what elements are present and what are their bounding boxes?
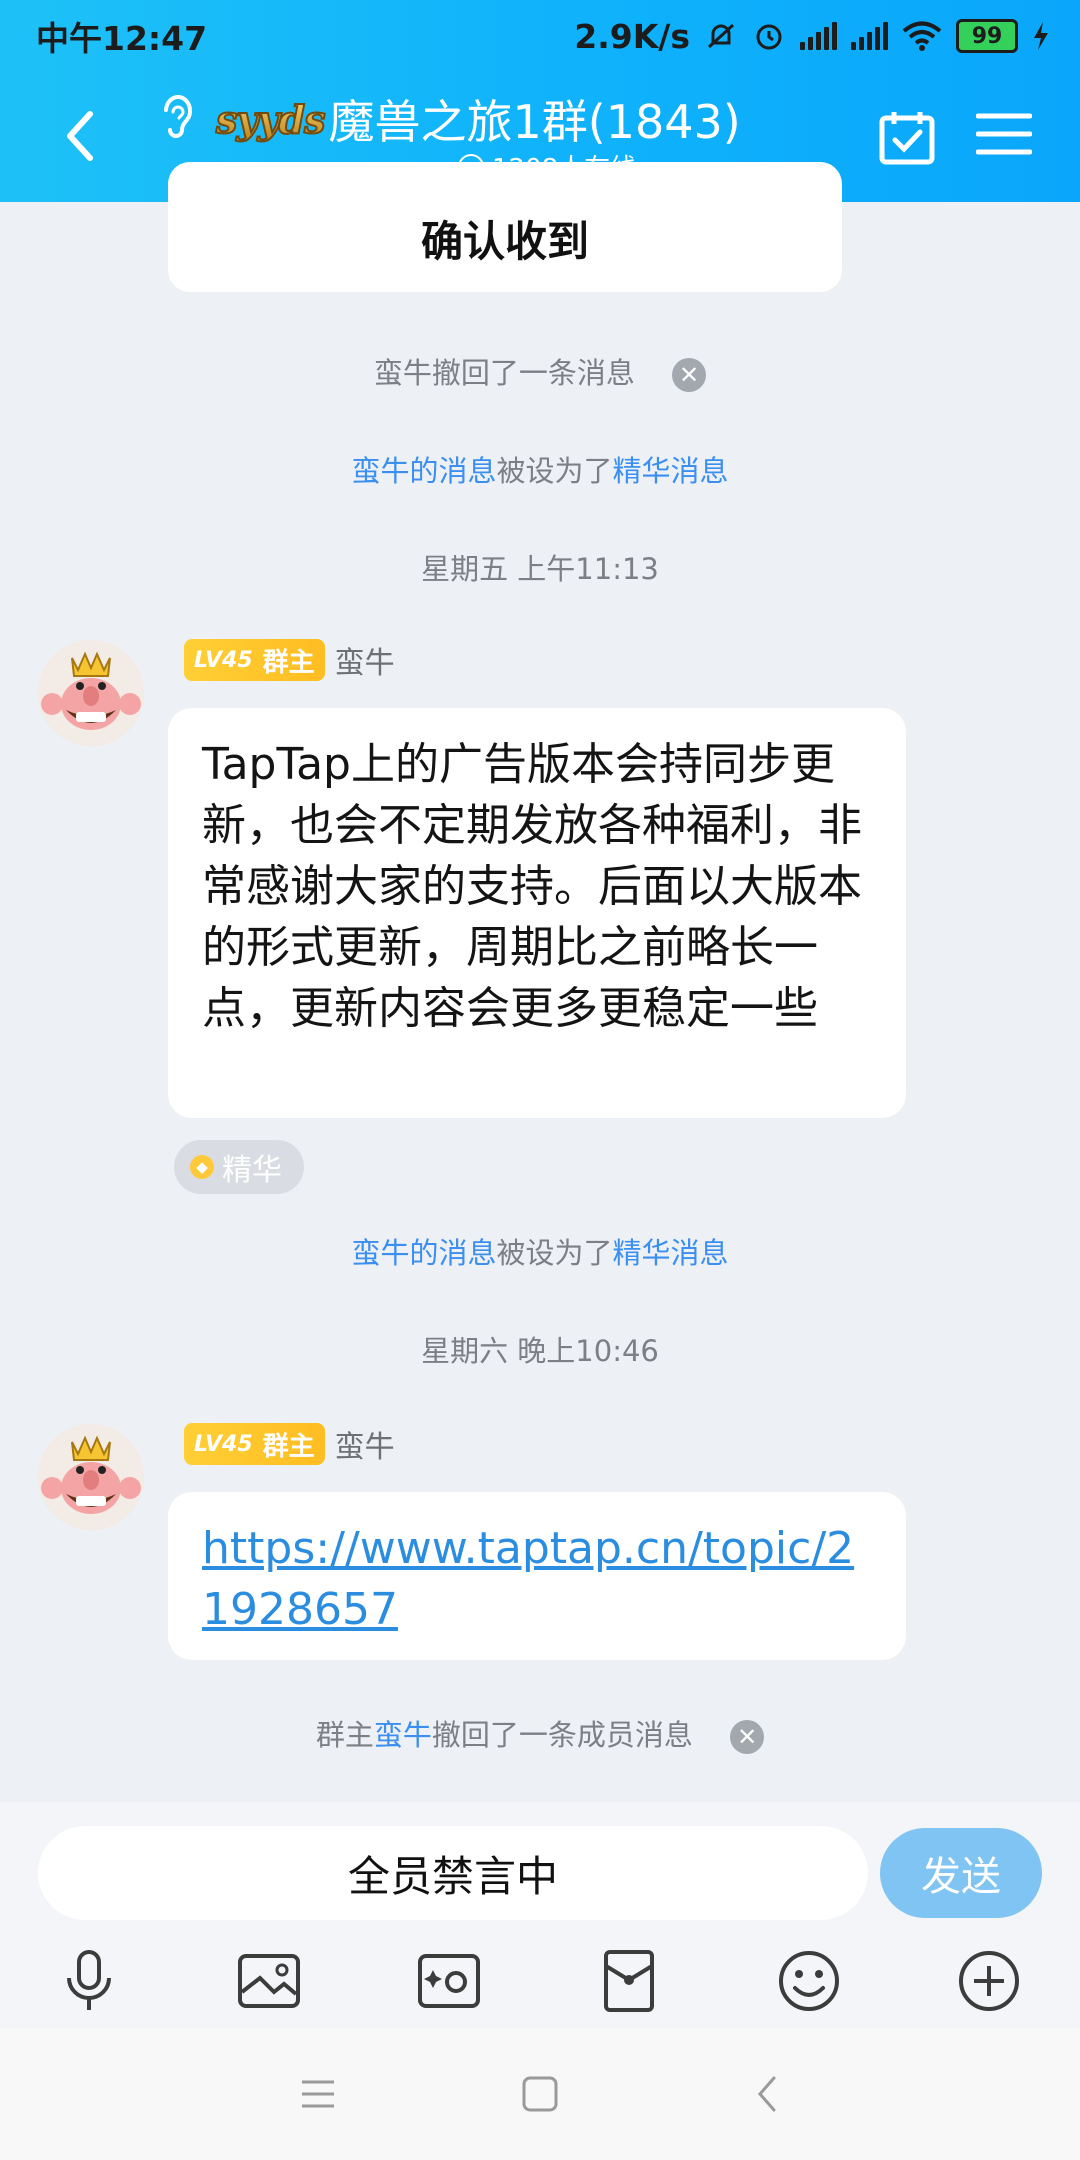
recents-icon[interactable] (296, 2072, 340, 2116)
status-time: 中午12:47 (36, 19, 208, 58)
microphone-icon[interactable] (54, 1946, 124, 2016)
menu-icon[interactable] (976, 110, 1032, 158)
system-nav-bar (0, 2028, 1080, 2160)
input-placeholder: 全员禁言中 (347, 1851, 558, 1901)
king-avatar-icon (38, 1424, 144, 1530)
plus-icon[interactable] (954, 1946, 1024, 2016)
essence-notice-2: 蛮牛的消息被设为了精华消息 (0, 1230, 1080, 1272)
card-text: 确认收到 (420, 217, 589, 266)
ear-icon[interactable] (158, 90, 198, 146)
chat-area[interactable]: 确认收到 蛮牛撤回了一条消息 ✕ 蛮牛的消息被设为了精华消息 星期五 上午11:… (0, 162, 1080, 1802)
role-text: 群主 (262, 647, 315, 678)
group-badge-logo: syyds (215, 96, 327, 143)
essence-notice-text: 被设为了 (496, 1236, 613, 1270)
back-arrow-icon[interactable] (52, 106, 112, 166)
network-speed: 2.9K/s (574, 16, 690, 56)
avatar[interactable] (38, 1424, 144, 1530)
message-input[interactable]: 全员禁言中 (38, 1826, 868, 1920)
recall-text: 撤回了一条成员消息 (431, 1718, 693, 1752)
avatar[interactable] (38, 640, 144, 746)
essence-tag[interactable]: ◆ 精华 (174, 1140, 304, 1194)
home-icon[interactable] (518, 2072, 562, 2116)
recall-notice: 蛮牛撤回了一条消息 ✕ (0, 350, 1080, 392)
charging-icon (1034, 22, 1048, 50)
link-bubble[interactable]: https://www.taptap.cn/topic/21928657 (168, 1492, 906, 1660)
send-button[interactable]: 发送 (880, 1828, 1042, 1918)
level-badge: LV45 群主 (184, 639, 325, 681)
message-card[interactable]: 确认收到 (168, 162, 842, 292)
essence-tag-label: 精华 (222, 1153, 282, 1188)
level-text: LV45 (194, 1431, 253, 1457)
recall-prefix: 群主 (315, 1718, 374, 1752)
wifi-icon (902, 21, 942, 51)
calendar-check-icon[interactable] (878, 110, 936, 166)
signal-icon (800, 22, 837, 50)
message-link[interactable]: 蛮牛的消息 (351, 454, 496, 488)
role-text: 群主 (262, 1431, 315, 1462)
emoji-icon[interactable] (774, 1946, 844, 2016)
essence-notice-text: 被设为了 (496, 454, 613, 488)
camera-icon[interactable] (414, 1946, 484, 2016)
recall-user-link[interactable]: 蛮牛 (374, 1718, 432, 1752)
image-icon[interactable] (234, 1946, 304, 2016)
level-badge: LV45 群主 (184, 1423, 325, 1465)
mute-bell-icon (707, 23, 735, 49)
battery-icon: 99 (956, 19, 1018, 53)
essence-notice: 蛮牛的消息被设为了精华消息 (0, 448, 1080, 490)
essence-diamond-icon: ◆ (190, 1155, 214, 1179)
message-bubble[interactable]: TapTap上的广告版本会持同步更新，也会不定期发放各种福利，非常感谢大家的支持… (168, 708, 906, 1118)
timestamp: 星期五 上午11:13 (421, 552, 659, 586)
sender-meta-2: LV45 群主 蛮牛 (184, 1422, 395, 1466)
recall-text: 蛮牛撤回了一条消息 (373, 356, 635, 390)
close-icon[interactable]: ✕ (730, 1720, 765, 1754)
red-packet-icon[interactable] (594, 1946, 664, 2016)
input-bar: 全员禁言中 发送 (0, 1802, 1080, 2028)
close-icon[interactable]: ✕ (672, 358, 707, 392)
signal-icon-2 (851, 22, 888, 50)
alarm-icon (756, 24, 782, 50)
sender-meta: LV45 群主 蛮牛 (184, 638, 395, 682)
message-text: TapTap上的广告版本会持同步更新，也会不定期发放各种福利，非常感谢大家的支持… (202, 739, 862, 1034)
essence-link[interactable]: 精华消息 (613, 454, 729, 488)
group-title[interactable]: 魔兽之旅1群(1843) (329, 86, 741, 152)
message-link[interactable]: 蛮牛的消息 (351, 1236, 496, 1270)
status-bar: 中午12:47 2.9K/s 99 (36, 10, 1050, 62)
sender-name[interactable]: 蛮牛 (335, 638, 395, 682)
timestamp-2: 星期六 晚上10:46 (421, 1334, 659, 1368)
recall-notice-2: 群主蛮牛撤回了一条成员消息 ✕ (0, 1712, 1080, 1754)
level-text: LV45 (194, 647, 253, 673)
topic-link[interactable]: https://www.taptap.cn/topic/21928657 (202, 1523, 854, 1635)
king-avatar-icon (38, 640, 144, 746)
sender-name[interactable]: 蛮牛 (335, 1422, 395, 1466)
back-nav-icon[interactable] (746, 2072, 790, 2116)
essence-link[interactable]: 精华消息 (613, 1236, 729, 1270)
